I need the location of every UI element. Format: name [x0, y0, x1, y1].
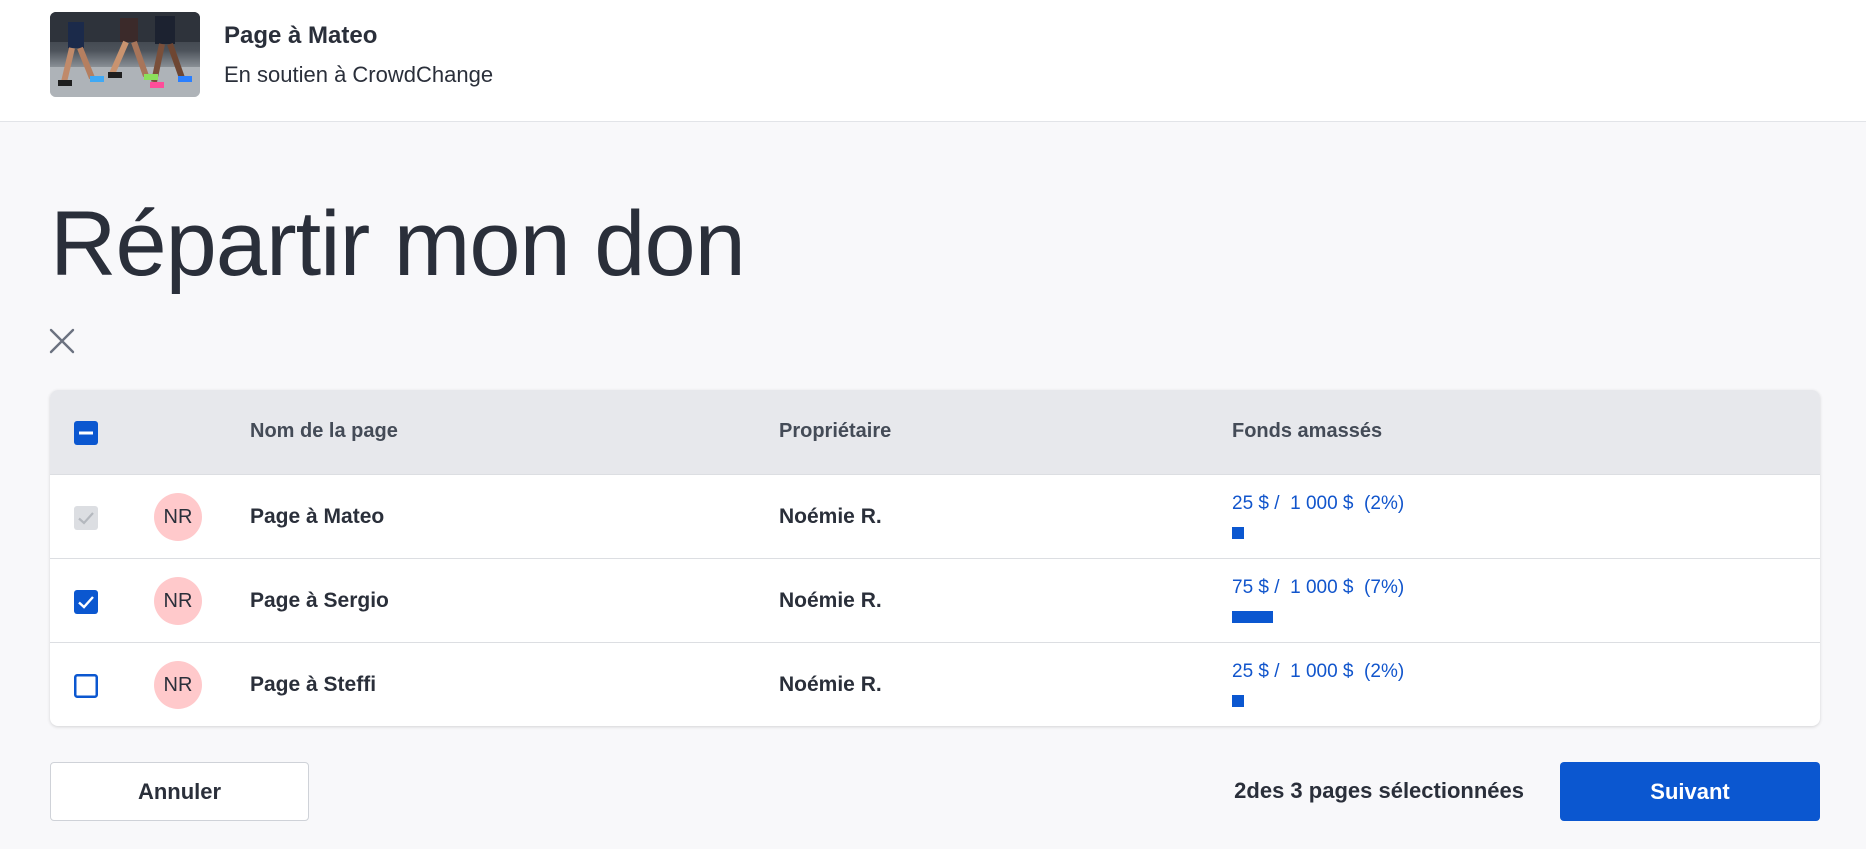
close-icon [49, 328, 75, 354]
page-owner: Noémie R. [779, 589, 882, 612]
funds-progress-bar [1232, 611, 1432, 623]
next-button[interactable]: Suivant [1560, 762, 1820, 821]
page-title: Répartir mon don [50, 193, 746, 295]
funds-raised: 25 $ / 1 000 $ (2%) [1232, 493, 1405, 514]
page-name: Page à Mateo [250, 505, 385, 528]
column-header-funds[interactable]: Fonds amassés [1232, 420, 1382, 443]
funds-progress-bar [1232, 695, 1432, 707]
table-header: Nom de la page Propriétaire Fonds amassé… [50, 390, 1820, 474]
column-header-owner[interactable]: Propriétaire [779, 420, 891, 443]
avatar: NR [154, 661, 202, 709]
checkbox-unchecked-icon [74, 674, 98, 698]
campaign-thumbnail [50, 12, 200, 97]
column-header-page-name[interactable]: Nom de la page [250, 420, 398, 443]
pages-table: Nom de la page Propriétaire Fonds amassé… [50, 390, 1820, 726]
funds-progress-fill [1232, 695, 1244, 707]
table-row[interactable]: NR Page à Sergio Noémie R. 75 $ / 1 000 … [50, 558, 1820, 642]
page-owner: Noémie R. [779, 673, 882, 696]
avatar: NR [154, 493, 202, 541]
campaign-title: Page à Mateo [224, 22, 378, 49]
page-name: Page à Steffi [250, 673, 377, 696]
row-checkbox [74, 506, 98, 530]
funds-raised: 25 $ / 1 000 $ (2%) [1232, 661, 1405, 682]
row-checkbox[interactable] [74, 674, 98, 698]
page-owner: Noémie R. [779, 505, 882, 528]
close-button[interactable] [47, 326, 77, 356]
funds-progress-fill [1232, 611, 1273, 623]
table-row[interactable]: NR Page à Mateo Noémie R. 25 $ / 1 000 $… [50, 474, 1820, 558]
funds-raised: 75 $ / 1 000 $ (7%) [1232, 577, 1405, 598]
checkbox-checked-icon [74, 590, 98, 614]
table-row[interactable]: NR Page à Steffi Noémie R. 25 $ / 1 000 … [50, 642, 1820, 726]
funds-progress-fill [1232, 527, 1244, 539]
checkbox-checked-icon [74, 506, 98, 530]
campaign-header: Page à Mateo En soutien à CrowdChange [0, 0, 1866, 122]
runners-photo [50, 12, 200, 97]
select-all-checkbox[interactable] [74, 421, 98, 445]
campaign-subtitle: En soutien à CrowdChange [224, 62, 494, 87]
page-name: Page à Sergio [250, 589, 389, 612]
selection-count: 2des 3 pages sélectionnées [1234, 778, 1524, 803]
cancel-button[interactable]: Annuler [50, 762, 309, 821]
avatar: NR [154, 577, 202, 625]
funds-progress-bar [1232, 527, 1432, 539]
checkbox-indeterminate-icon [74, 421, 98, 445]
row-checkbox[interactable] [74, 590, 98, 614]
